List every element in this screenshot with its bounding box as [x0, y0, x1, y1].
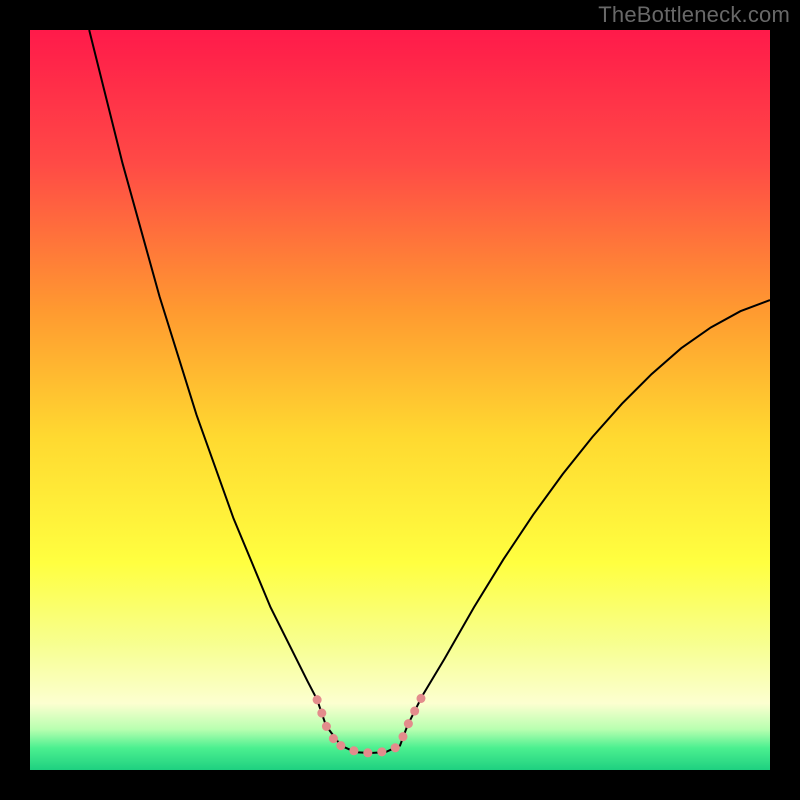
plot-background — [30, 30, 770, 770]
bottleneck-chart — [0, 0, 800, 800]
watermark-text: TheBottleneck.com — [598, 2, 790, 28]
chart-frame: TheBottleneck.com — [0, 0, 800, 800]
